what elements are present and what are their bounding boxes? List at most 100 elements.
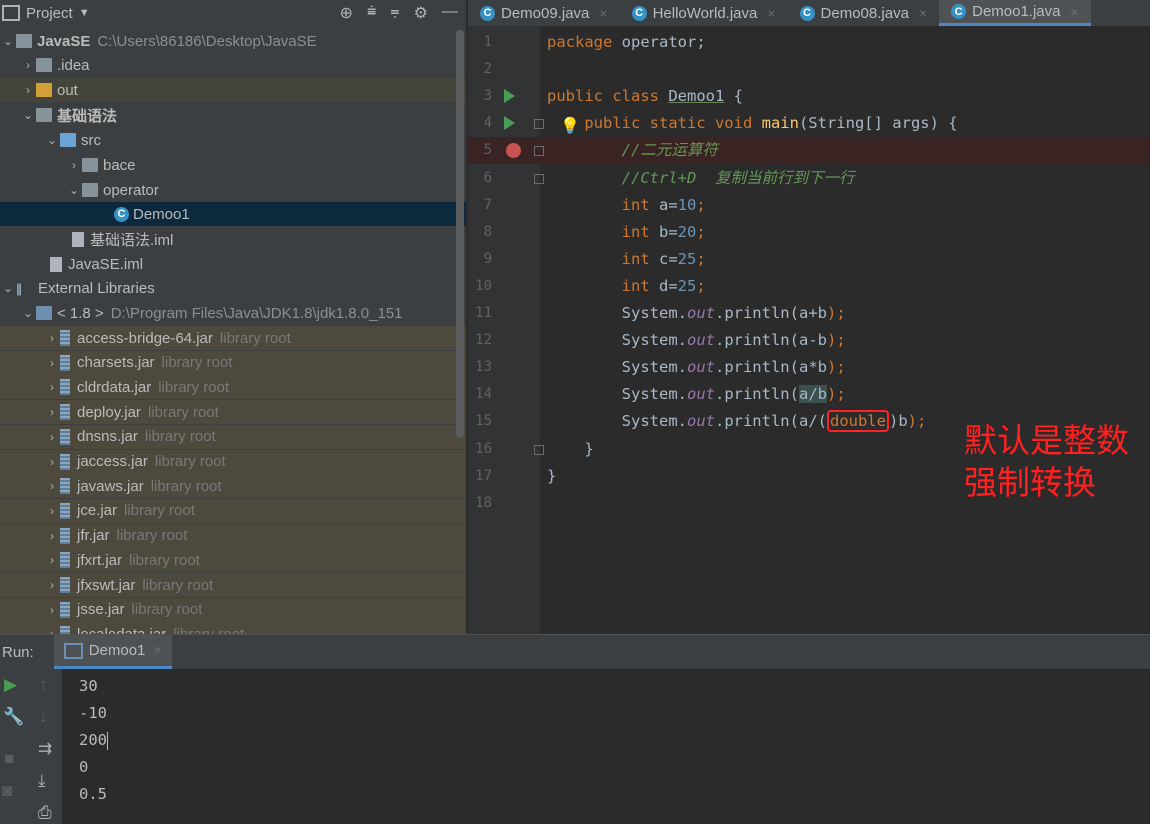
tree-item-src[interactable]: ⌄ src <box>0 128 466 152</box>
chevron-right-icon[interactable]: › <box>44 479 60 493</box>
chevron-right-icon[interactable]: › <box>20 58 36 72</box>
expand-all-icon[interactable]: ⩧ <box>367 3 376 23</box>
scroll-to-end-icon[interactable]: ⤓ <box>38 771 46 791</box>
code-line[interactable]: 12 System.out.println(a-b); <box>468 327 1150 354</box>
chevron-right-icon[interactable]: › <box>44 405 60 419</box>
chevron-right-icon[interactable]: › <box>44 356 60 370</box>
wrench-icon[interactable]: 🔧 <box>3 707 24 727</box>
tree-item-jar[interactable]: › jaccess.jar library root <box>0 449 466 474</box>
run-gutter-icon[interactable] <box>504 116 515 131</box>
code-token: d= <box>658 276 678 295</box>
chevron-down-icon[interactable]: ⌄ <box>0 34 16 48</box>
code-line[interactable]: 9 int c=25; <box>468 246 1150 273</box>
tree-item-jar[interactable]: › access-bridge-64.jar library root <box>0 326 466 350</box>
tree-item-jar[interactable]: › jfxrt.jar library root <box>0 548 466 573</box>
fold-marker-icon[interactable] <box>534 444 544 455</box>
chevron-right-icon[interactable]: › <box>44 430 60 444</box>
code-line[interactable]: 1 package operator; <box>468 29 1150 56</box>
tab-demo09[interactable]: C Demo09.java × <box>468 0 620 26</box>
code-line[interactable]: 10 int d=25; <box>468 273 1150 300</box>
fold-marker-icon[interactable] <box>534 173 544 184</box>
chevron-right-icon[interactable]: › <box>66 158 82 172</box>
code-line[interactable]: 4 💡 public static void main(String[] args… <box>468 110 1150 137</box>
tree-item-jar[interactable]: › dnsns.jar library root <box>0 424 466 449</box>
tree-item-jar[interactable]: › cldrdata.jar library root <box>0 375 466 400</box>
chevron-right-icon[interactable]: › <box>20 83 36 97</box>
tree-item-basic-syntax[interactable]: ⌄ 基础语法 <box>0 103 466 127</box>
tab-demoo1[interactable]: C Demoo1.java × <box>939 0 1091 26</box>
code-token: int <box>621 222 659 241</box>
tree-item-jar[interactable]: › charsets.jar library root <box>0 350 466 375</box>
tree-item-jar[interactable]: › javaws.jar library root <box>0 474 466 499</box>
tree-item-basic-syntax-iml[interactable]: 基础语法.iml <box>0 227 466 251</box>
code-line[interactable]: 14 System.out.println(a/b); <box>468 381 1150 408</box>
scrollbar[interactable] <box>456 30 464 438</box>
tree-item-jdk[interactable]: ⌄ < 1.8 > D:\Program Files\Java\JDK1.8\j… <box>0 301 466 325</box>
chevron-right-icon[interactable]: › <box>44 578 60 592</box>
gear-icon[interactable]: ⚙ <box>414 3 428 23</box>
tree-item-jar[interactable]: › jfxswt.jar library root <box>0 573 466 597</box>
fold-marker-icon[interactable] <box>534 146 544 157</box>
soft-wrap-icon[interactable]: ⇉ <box>38 739 52 759</box>
tree-item-javase-iml[interactable]: JavaSE.iml <box>0 252 466 276</box>
project-view-selector[interactable]: Project ▼ <box>2 5 90 22</box>
code-line[interactable]: 2 <box>468 56 1150 83</box>
tab-helloworld[interactable]: C HelloWorld.java × <box>620 0 788 26</box>
rerun-icon[interactable]: ▶ <box>4 675 17 695</box>
tree-item-bace[interactable]: › bace <box>0 153 466 177</box>
chevron-right-icon[interactable]: › <box>44 504 60 518</box>
tree-item-out[interactable]: › out <box>0 78 466 102</box>
tree-item-demoo1[interactable]: C Demoo1 <box>0 202 466 226</box>
chevron-right-icon[interactable]: › <box>44 529 60 543</box>
chevron-right-icon[interactable]: › <box>44 553 60 567</box>
chevron-right-icon[interactable]: › <box>44 380 60 394</box>
code-line[interactable]: 13 System.out.println(a*b); <box>468 354 1150 381</box>
tree-item-javase[interactable]: ⌄ JavaSE C:\Users\86186\Desktop\JavaSE <box>0 29 466 53</box>
close-icon[interactable]: × <box>767 5 775 21</box>
camera-icon[interactable]: ◙ <box>2 781 12 801</box>
hide-icon[interactable]: — <box>442 3 458 23</box>
stop-icon[interactable]: ■ <box>4 749 14 769</box>
close-icon[interactable]: × <box>919 5 927 21</box>
chevron-right-icon[interactable]: › <box>44 331 60 345</box>
chevron-down-icon[interactable]: ⌄ <box>20 108 36 122</box>
tree-item-label: 基础语法 <box>57 107 118 125</box>
chevron-down-icon[interactable]: ⌄ <box>20 306 36 320</box>
chevron-right-icon[interactable]: › <box>44 627 60 634</box>
chevron-down-icon[interactable]: ⌄ <box>44 133 60 147</box>
code-line[interactable]: 5 //二元运算符 <box>468 137 1150 165</box>
print-icon[interactable]: ⎙ <box>38 803 52 823</box>
run-gutter-icon[interactable] <box>504 89 515 104</box>
tree-item-jar[interactable]: › jsse.jar library root <box>0 597 466 622</box>
code-line[interactable]: 6 //Ctrl+D 复制当前行到下一行 <box>468 165 1150 192</box>
run-tab-demoo1[interactable]: Demoo1 × <box>53 635 173 669</box>
chevron-down-icon[interactable]: ⌄ <box>66 183 82 197</box>
close-icon[interactable]: × <box>1071 4 1079 20</box>
code-token: public class <box>547 87 669 106</box>
code-editor[interactable]: 1 package operator; 2 3 public class Demoo1 … <box>468 26 1150 634</box>
fold-marker-icon[interactable] <box>534 119 544 130</box>
up-arrow-icon[interactable]: ↑ <box>39 675 48 695</box>
run-output[interactable]: 30 -10 200 0 0.5 <box>62 669 1150 824</box>
chevron-right-icon[interactable]: › <box>44 455 60 469</box>
code-line[interactable]: 11 System.out.println(a+b); <box>468 300 1150 327</box>
chevron-down-icon[interactable]: ⌄ <box>0 281 16 295</box>
locate-icon[interactable]: ⊕ <box>340 3 353 23</box>
down-arrow-icon[interactable]: ↓ <box>39 707 48 727</box>
breakpoint-icon[interactable] <box>506 143 521 159</box>
code-line[interactable]: 3 public class Demoo1 { <box>468 83 1150 110</box>
collapse-all-icon[interactable]: ⩦ <box>390 3 399 23</box>
tree-item-idea[interactable]: › .idea <box>0 53 466 77</box>
tree-item-jar[interactable]: › jfr.jar library root <box>0 523 466 548</box>
tree-item-jar[interactable]: › deploy.jar library root <box>0 400 466 425</box>
code-line[interactable]: 7 int a=10; <box>468 192 1150 219</box>
close-icon[interactable]: × <box>153 642 162 659</box>
tree-item-jar[interactable]: › jce.jar library root <box>0 498 466 523</box>
code-line[interactable]: 8 int b=20; <box>468 219 1150 246</box>
chevron-right-icon[interactable]: › <box>44 603 60 617</box>
tree-item-jar[interactable]: › localedata.jar library root <box>0 622 466 634</box>
tree-item-operator[interactable]: ⌄ operator <box>0 178 466 202</box>
tree-item-external-libraries[interactable]: ⌄ ||| External Libraries <box>0 276 466 300</box>
tab-demo08[interactable]: C Demo08.java × <box>788 0 940 26</box>
close-icon[interactable]: × <box>599 5 607 21</box>
